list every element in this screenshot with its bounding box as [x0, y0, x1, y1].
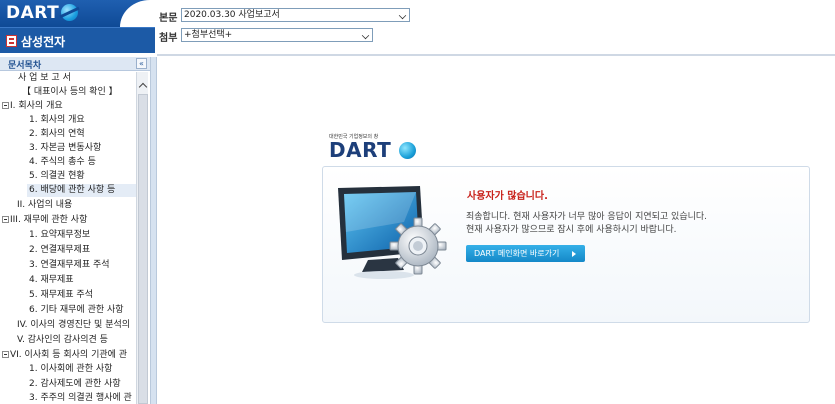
toc-item[interactable]: 1. 회사의 개요 — [29, 114, 85, 127]
toc-header: 문서목차 « — [0, 57, 150, 71]
notice-message-line1: 죄송합니다. 현재 사용자가 너무 많아 응답이 지연되고 있습니다. — [466, 212, 708, 222]
toc-item[interactable]: 2. 연결재무제표 — [29, 244, 90, 257]
logo-swoosh — [120, 0, 160, 27]
chevron-down-icon — [398, 10, 408, 20]
toc-scrollbar[interactable] — [136, 72, 148, 404]
chevron-right-icon — [572, 251, 576, 257]
toc-item[interactable]: 【 대표이사 등의 확인 】 — [22, 86, 118, 99]
notice-message-line2: 현재 사용자가 많으므로 잠시 후에 사용하시기 바랍니다. — [466, 225, 677, 235]
dart-home-button-label: DART 메인화면 바로가기 — [474, 249, 560, 258]
toc-item[interactable]: III. 재무에 관한 사항 — [2, 214, 87, 227]
toc-item[interactable]: 4. 재무제표 — [29, 274, 74, 287]
toc-item[interactable]: 5. 의결권 현황 — [29, 170, 85, 183]
company-header: 삼성전자 — [0, 27, 155, 53]
toc-item[interactable]: 3. 주주의 의결권 행사에 관 — [29, 392, 132, 404]
attach-select[interactable]: +첨부선택+ — [181, 28, 373, 42]
globe-icon — [399, 142, 416, 159]
collapse-icon[interactable]: « — [136, 58, 147, 69]
tree-collapse-icon[interactable] — [2, 351, 9, 358]
tree-collapse-icon[interactable] — [2, 102, 9, 109]
toc-item-selected[interactable]: 6. 배당에 관한 사항 등 — [27, 184, 136, 197]
chevron-down-icon — [361, 30, 371, 40]
report-select[interactable]: 2020.03.30 사업보고서 — [181, 8, 410, 22]
toc-item[interactable]: 6. 기타 재무에 관한 사항 — [29, 304, 124, 317]
toc-title: 문서목차 — [8, 61, 42, 71]
header-divider — [157, 54, 835, 56]
toc-item[interactable]: 2. 회사의 연혁 — [29, 128, 85, 141]
attach-label: 첨부 — [159, 33, 178, 44]
scroll-up-icon[interactable] — [137, 80, 149, 92]
report-select-value: 2020.03.30 사업보고서 — [184, 10, 280, 20]
panel-splitter[interactable] — [150, 57, 157, 404]
toc-item[interactable]: 2. 감사제도에 관한 사항 — [29, 378, 121, 391]
company-name: 삼성전자 — [21, 35, 66, 49]
scroll-thumb[interactable] — [138, 94, 148, 404]
toc-item[interactable]: VI. 이사회 등 회사의 기관에 관 — [2, 349, 127, 362]
toc-panel: 사 업 보 고 서 【 대표이사 등의 확인 】 I. 회사의 개요 1. 회사… — [0, 72, 150, 404]
toc-item[interactable]: 5. 재무제표 주석 — [29, 289, 93, 302]
dart-wordmark: DART — [329, 138, 392, 162]
notice-title: 사용자가 많습니다. — [467, 191, 548, 202]
dart-brand: 대한민국 기업정보의 창 DART — [329, 133, 419, 163]
toc-item[interactable]: II. 사업의 내용 — [17, 199, 72, 212]
toc-item[interactable]: I. 회사의 개요 — [2, 100, 63, 113]
toc-item[interactable]: 1. 이사회에 관한 사항 — [29, 363, 112, 376]
dart-logo[interactable]: DART — [0, 0, 160, 27]
dart-logo-text: DART — [6, 3, 60, 23]
toc-item[interactable]: V. 감사인의 감사의견 등 — [17, 334, 108, 347]
dart-home-button[interactable]: DART 메인화면 바로가기 — [466, 245, 585, 262]
toc-item[interactable]: 3. 자본금 변동사항 — [29, 142, 101, 155]
company-icon — [6, 35, 17, 47]
attach-select-value: +첨부선택+ — [184, 30, 233, 40]
toc-item[interactable]: 4. 주식의 총수 등 — [29, 156, 96, 169]
toc-item[interactable]: 사 업 보 고 서 — [18, 72, 71, 85]
report-label: 본문 — [159, 13, 178, 24]
toc-item[interactable]: IV. 이사의 경영진단 및 분석의 — [17, 319, 130, 332]
globe-icon — [61, 4, 78, 21]
tree-collapse-icon[interactable] — [2, 216, 9, 223]
toc-item[interactable]: 1. 요약재무정보 — [29, 229, 90, 242]
toc-item[interactable]: 3. 연결재무제표 주석 — [29, 259, 110, 272]
monitor-gear-icon — [338, 186, 447, 279]
